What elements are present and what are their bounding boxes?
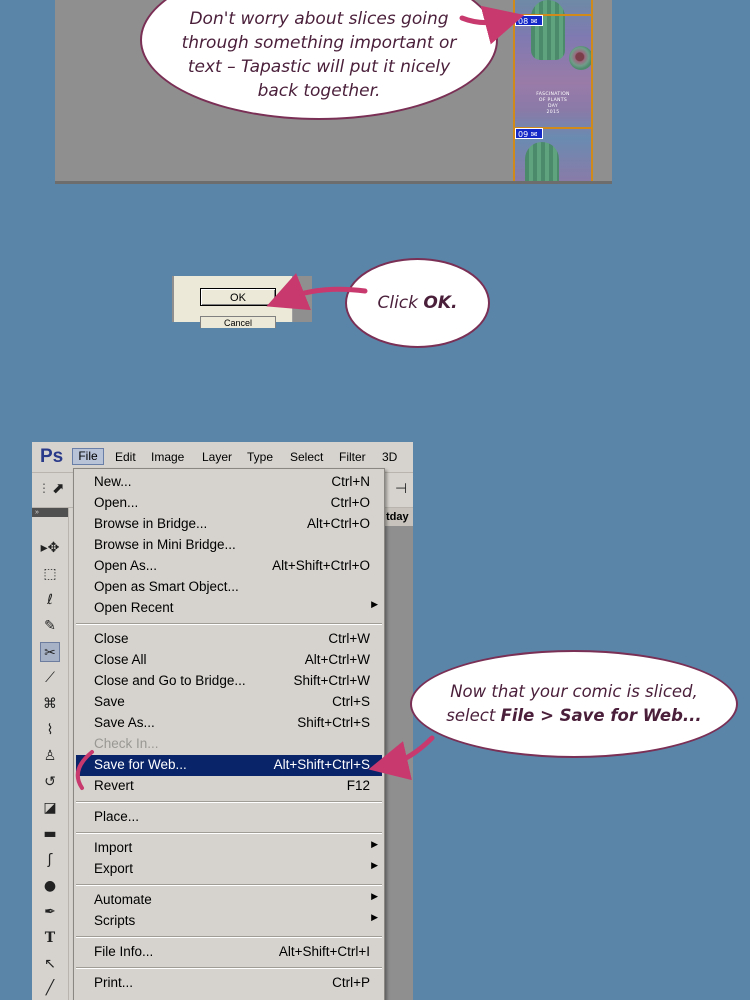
callout-arrows [75,5,525,790]
arrow-to-slice [459,5,525,45]
arrow-to-save-for-web [368,735,435,781]
arrow-to-ok [266,273,368,311]
highlight-stroke [75,750,94,790]
